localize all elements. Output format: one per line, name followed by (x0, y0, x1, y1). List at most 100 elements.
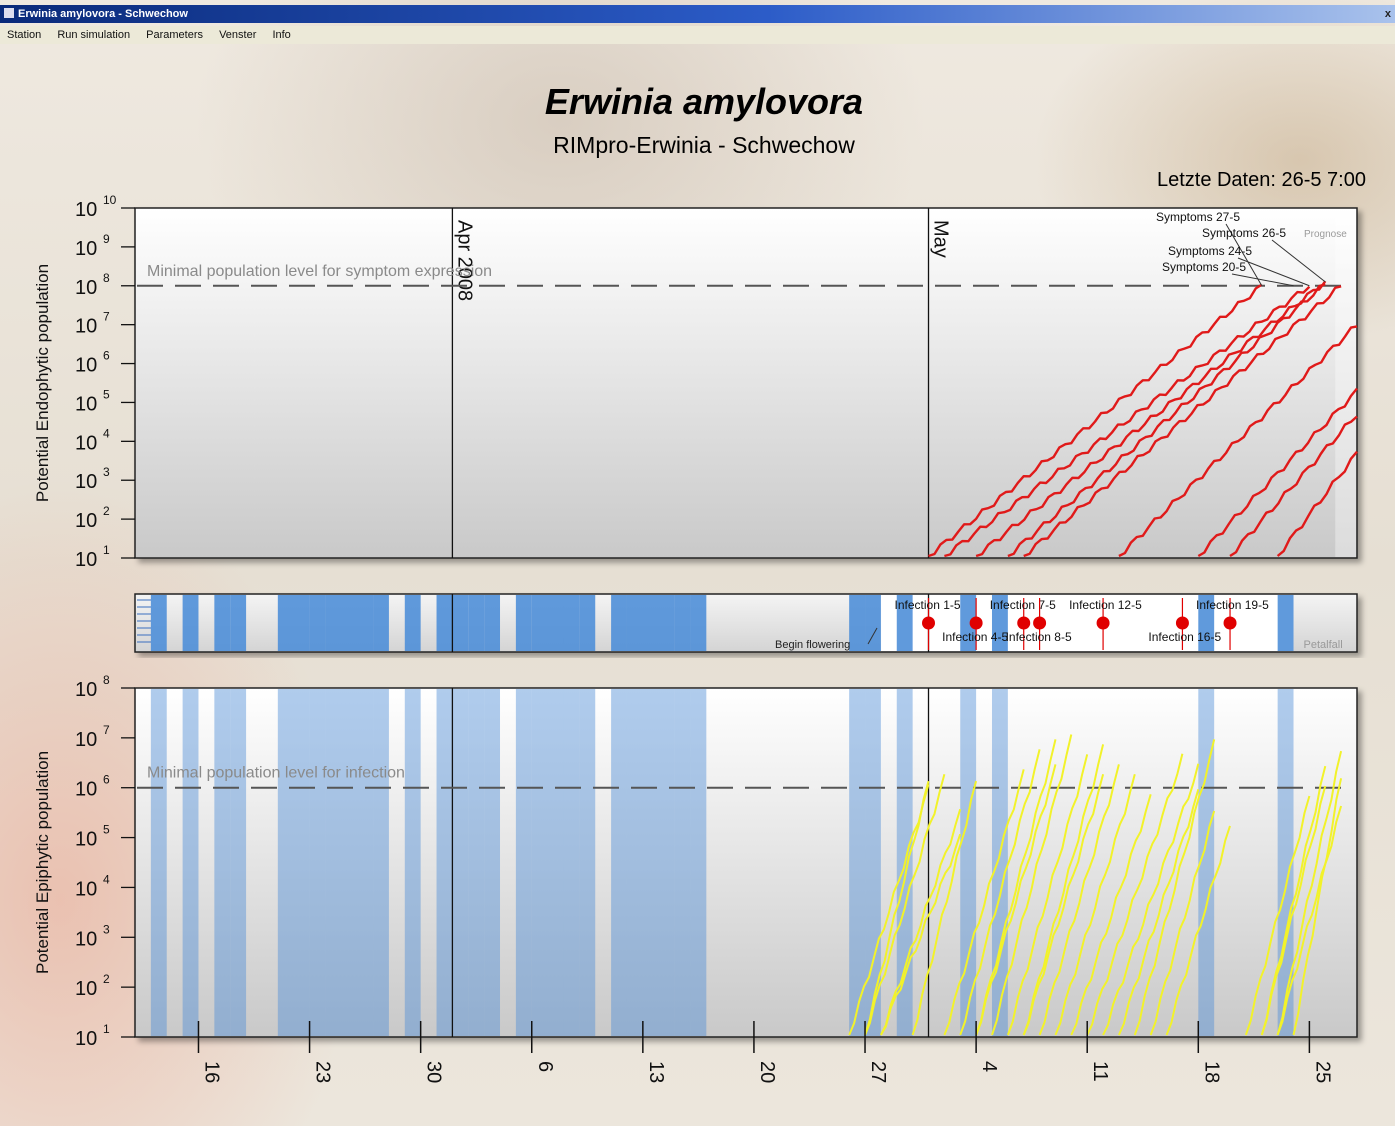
x-tick-label: 13 (645, 1061, 667, 1083)
y-tick-label: 10 (75, 928, 97, 950)
x-tick-label: 11 (1089, 1061, 1111, 1082)
wet-period-band (182, 595, 199, 651)
wet-period-band (404, 689, 421, 1036)
y-tick-label: 10 (75, 355, 97, 377)
wet-period-band (373, 595, 389, 651)
month-label: May (930, 220, 952, 258)
wet-period-band (309, 689, 326, 1036)
y-tick-label: 10 (75, 779, 97, 801)
wet-period-band (484, 689, 501, 1036)
wet-period-band (515, 595, 532, 651)
x-tick-label: 27 (867, 1061, 889, 1083)
infection-label: Infection 8-5 (1006, 630, 1072, 644)
y-tick-label: 10 (75, 549, 97, 571)
wet-period-band (690, 595, 707, 651)
x-tick-label: 20 (756, 1061, 778, 1083)
y-tick-exponent: 1 (103, 543, 110, 557)
infection-label: Infection 12-5 (1069, 598, 1142, 612)
y-tick-label: 10 (75, 471, 97, 493)
x-tick-label: 30 (423, 1061, 445, 1083)
y-tick-exponent: 1 (103, 1022, 110, 1036)
y-tick-exponent: 8 (103, 271, 110, 285)
x-tick-label: 6 (534, 1061, 556, 1072)
y-tick-exponent: 5 (103, 823, 110, 837)
x-tick-label: 25 (1311, 1061, 1333, 1083)
infection-strip: Infection 1-5 Infection 4-5 Infection 7-5 I… (134, 593, 1358, 653)
wet-period-band (325, 689, 374, 1036)
month-label: Apr 2008 (453, 220, 475, 301)
wet-period-band (277, 689, 310, 1036)
y-tick-exponent: 3 (103, 922, 110, 936)
infection-label: Infection 4-5 (942, 630, 1008, 644)
infection-label: Infection 19-5 (1196, 598, 1269, 612)
wet-period-band (579, 689, 596, 1036)
y-tick-label: 10 (75, 432, 97, 454)
wet-period-band (865, 595, 881, 651)
wet-period-band (150, 595, 167, 651)
wet-period-band (230, 595, 247, 651)
infection-marker (969, 616, 983, 630)
wet-period-band (531, 595, 564, 651)
last-data-label: Letzte Daten: 26-5 7:00 (1157, 169, 1366, 191)
y-tick-exponent: 6 (103, 773, 110, 787)
y-tick-exponent: 7 (103, 310, 110, 324)
y-tick-exponent: 3 (103, 465, 110, 479)
symptom-annotation: Prognose (1304, 229, 1347, 240)
y-tick-label: 10 (75, 878, 97, 900)
y-tick-label: 10 (75, 316, 97, 338)
wet-period-band (277, 595, 310, 651)
wet-period-band (1277, 595, 1294, 651)
wet-period-band (436, 595, 453, 651)
endophytic-y-axis-label: Potential Endophytic population (33, 264, 52, 502)
y-tick-label: 10 (75, 978, 97, 1000)
wet-period-band (674, 595, 691, 651)
symptom-annotation: Symptoms 26-5 (1202, 226, 1286, 240)
wet-period-band (484, 595, 501, 651)
wet-period-band (230, 689, 247, 1036)
wet-period-band (150, 689, 167, 1036)
wet-period-band (690, 689, 707, 1036)
wet-period-band (452, 689, 469, 1036)
x-tick-label: 23 (312, 1061, 334, 1083)
y-tick-label: 10 (75, 829, 97, 851)
wet-period-band (611, 689, 627, 1036)
y-tick-exponent: 5 (103, 387, 110, 401)
wet-period-band (214, 595, 231, 651)
y-tick-exponent: 4 (103, 426, 110, 440)
y-tick-exponent: 7 (103, 723, 110, 737)
begin-flowering-label: Begin flowering (775, 639, 850, 651)
y-tick-exponent: 6 (103, 349, 110, 363)
infection-marker (1017, 616, 1031, 630)
epiphytic-panel: 10 1 10 2 10 3 10 4 10 5 10 6 10 7 10 8 Potential Epiphy… (33, 673, 1358, 1083)
infection-label: Infection 1-5 (895, 598, 961, 612)
y-tick-label: 10 (75, 510, 97, 532)
wet-period-band (611, 595, 627, 651)
y-tick-label: 10 (75, 277, 97, 299)
symptom-annotation: Symptoms 20-5 (1162, 260, 1246, 274)
infection-marker (1223, 616, 1237, 630)
y-tick-exponent: 8 (103, 673, 110, 687)
wet-period-band (563, 595, 580, 651)
endophytic-panel: Apr 2008 May 10 1 10 2 10 3 10 4 10 5 10 6 10 7 10 8 10 9 10… (33, 193, 1358, 571)
wet-period-band (325, 595, 374, 651)
y-tick-exponent: 4 (103, 872, 110, 886)
y-tick-label: 10 (75, 199, 97, 221)
wet-period-band (865, 689, 881, 1036)
wet-period-band (182, 689, 199, 1036)
x-tick-label: 4 (978, 1061, 1000, 1072)
wet-period-band (404, 595, 421, 651)
wet-period-band (309, 595, 326, 651)
chart-subtitle: RIMpro-Erwinia - Schwechow (553, 132, 855, 158)
wet-period-band (214, 689, 231, 1036)
wet-period-band (515, 689, 532, 1036)
wet-period-band (563, 689, 580, 1036)
symptom-annotation: Symptoms 24-5 (1168, 244, 1252, 258)
wet-period-band (674, 689, 691, 1036)
chart-title: Erwinia amylovora (545, 81, 863, 122)
y-tick-label: 10 (75, 393, 97, 415)
chart-canvas: Erwinia amylovora RIMpro-Erwinia - Schwe… (33, 81, 1366, 1083)
x-tick-label: 16 (200, 1061, 222, 1083)
infection-marker (1096, 616, 1110, 630)
y-tick-exponent: 9 (103, 232, 110, 246)
wet-period-band (579, 595, 596, 651)
